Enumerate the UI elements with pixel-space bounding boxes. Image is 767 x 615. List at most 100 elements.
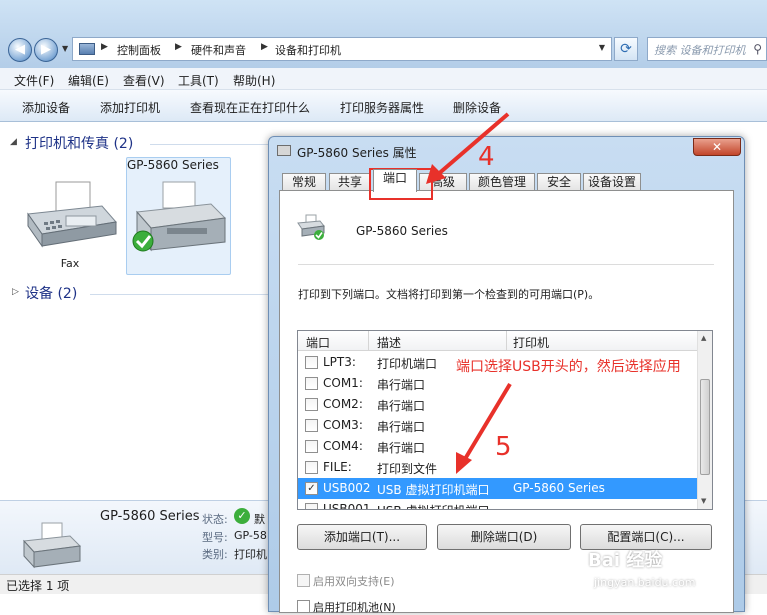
port-checkbox[interactable] [305, 356, 318, 369]
step-5-label: 5 [495, 432, 512, 462]
details-device-name: GP-5860 Series [100, 509, 200, 524]
category-value: 打印机 [234, 548, 267, 561]
scroll-thumb[interactable] [700, 379, 710, 475]
printer-icon [297, 214, 325, 240]
tab-security[interactable]: 安全 [537, 173, 581, 191]
port-description: 打印机端口 [377, 357, 438, 371]
breadcrumb-separator-icon[interactable]: ▶ [261, 42, 268, 52]
port-description: 串行端口 [377, 378, 426, 392]
expand-arrow-icon[interactable]: ▷ [12, 287, 19, 297]
delete-port-button[interactable]: 删除端口(D) [437, 524, 571, 550]
control-panel-icon [79, 43, 95, 55]
chevron-down-icon[interactable]: ▼ [599, 43, 605, 52]
breadcrumb-control-panel[interactable]: 控制面板 [117, 42, 161, 58]
breadcrumb-separator-icon[interactable]: ▶ [101, 42, 108, 52]
port-description: 串行端口 [377, 441, 426, 455]
search-input[interactable]: 搜索 设备和打印机 ⚲ [647, 37, 767, 61]
tab-color-management[interactable]: 颜色管理 [469, 173, 535, 191]
print-server-properties-button[interactable]: 打印服务器属性 [340, 99, 424, 116]
watermark-url: jingyan.baidu.com [594, 576, 696, 589]
port-description: USB 虚拟打印机端口 [377, 502, 489, 509]
default-check-icon [132, 230, 154, 252]
remove-device-button[interactable]: 删除设备 [453, 99, 501, 116]
see-whats-printing-button[interactable]: 查看现在正在打印什么 [190, 99, 310, 116]
port-checkbox[interactable] [305, 440, 318, 453]
history-dropdown-icon[interactable]: ▼ [62, 44, 68, 53]
breadcrumb[interactable]: ▶ 控制面板 ▶ 硬件和声音 ▶ 设备和打印机 ▼ [72, 37, 612, 61]
fax-icon [27, 181, 117, 248]
device-gp5860[interactable]: GP-5860 Series [126, 157, 231, 275]
breadcrumb-devices-printers[interactable]: 设备和打印机 [275, 42, 341, 58]
add-printer-button[interactable]: 添加打印机 [100, 99, 160, 116]
port-checkbox[interactable] [305, 503, 318, 509]
port-checkbox[interactable] [305, 377, 318, 390]
printer-icon [22, 522, 82, 569]
divider [298, 264, 714, 265]
scroll-down-icon[interactable]: ▼ [701, 497, 706, 505]
printer-pool-checkbox[interactable] [297, 600, 310, 613]
add-device-button[interactable]: 添加设备 [22, 99, 70, 116]
instruction-note: 端口选择USB开头的，然后选择应用 [456, 359, 681, 375]
group-divider [150, 144, 270, 145]
port-name: FILE: [323, 460, 352, 474]
port-row-com1[interactable]: COM1: 串行端口 [298, 373, 698, 394]
category-label: 类别: [202, 548, 228, 561]
menu-help[interactable]: 帮助(H) [233, 72, 275, 89]
refresh-button[interactable]: ⟳ [614, 37, 638, 61]
port-list-header: 端口 描述 打印机 [298, 331, 698, 351]
port-checkbox-checked[interactable]: ✓ [305, 482, 318, 495]
column-description[interactable]: 描述 [377, 334, 401, 351]
printer-icon [277, 145, 291, 156]
port-description: 串行端口 [377, 420, 426, 434]
menu-view[interactable]: 查看(V) [123, 72, 165, 89]
menu-file[interactable]: 文件(F) [14, 72, 54, 89]
port-row-usb001[interactable]: USB001 USB 虚拟打印机端口 [298, 499, 698, 510]
port-name: USB001 [323, 502, 371, 510]
printer-pool-label: 启用打印机池(N) [313, 601, 396, 614]
port-checkbox[interactable] [305, 398, 318, 411]
model-label: 型号: [202, 531, 228, 544]
port-row-usb002[interactable]: ✓ USB002 USB 虚拟打印机端口 GP-5860 Series [298, 478, 698, 499]
column-printer[interactable]: 打印机 [513, 334, 549, 351]
tab-device-settings[interactable]: 设备设置 [583, 173, 641, 191]
breadcrumb-separator-icon[interactable]: ▶ [175, 42, 182, 52]
step-4-label: 4 [478, 142, 495, 172]
device-label: Fax [60, 257, 80, 270]
scroll-up-icon[interactable]: ▲ [701, 334, 706, 342]
device-fax[interactable]: Fax [20, 162, 120, 272]
tab-ports[interactable]: 端口 [373, 169, 417, 192]
printers-group-title[interactable]: 打印机和传真 (2) [25, 133, 133, 153]
port-name: LPT3: [323, 355, 356, 369]
menu-bar: 文件(F) 编辑(E) 查看(V) 工具(T) 帮助(H) [0, 68, 767, 90]
port-name: USB002 [323, 481, 371, 495]
port-list-scrollbar[interactable]: ▲ ▼ [697, 331, 712, 509]
column-port[interactable]: 端口 [306, 334, 330, 351]
menu-edit[interactable]: 编辑(E) [68, 72, 109, 89]
tab-general[interactable]: 常规 [282, 173, 326, 191]
status-value: 默 [254, 513, 265, 526]
port-description: 打印到文件 [377, 462, 438, 476]
status-label: 状态: [202, 513, 228, 526]
search-icon[interactable]: ⚲ [753, 42, 762, 56]
port-name: COM3: [323, 418, 363, 432]
bidi-support-label: 启用双向支持(E) [313, 575, 395, 588]
bidi-support-checkbox[interactable] [297, 574, 310, 587]
port-printer: GP-5860 Series [513, 481, 605, 495]
tab-sharing[interactable]: 共享 [329, 173, 371, 191]
forward-button[interactable]: ▶ [34, 38, 58, 62]
printer-name: GP-5860 Series [356, 224, 448, 238]
menu-tools[interactable]: 工具(T) [178, 72, 219, 89]
port-checkbox[interactable] [305, 461, 318, 474]
watermark-logo: Bai 经验 [588, 550, 663, 571]
collapse-arrow-icon[interactable]: ◢ [10, 137, 17, 147]
port-name: COM2: [323, 397, 363, 411]
back-button[interactable]: ◀ [8, 38, 32, 62]
dialog-title: GP-5860 Series 属性 [297, 146, 417, 160]
close-button[interactable]: ✕ [693, 138, 741, 156]
port-row-com2[interactable]: COM2: 串行端口 [298, 394, 698, 415]
port-checkbox[interactable] [305, 419, 318, 432]
default-check-icon: ✓ [234, 508, 250, 524]
devices-group-title[interactable]: 设备 (2) [25, 283, 77, 303]
add-port-button[interactable]: 添加端口(T)... [297, 524, 427, 550]
breadcrumb-hardware-sound[interactable]: 硬件和声音 [191, 42, 246, 58]
